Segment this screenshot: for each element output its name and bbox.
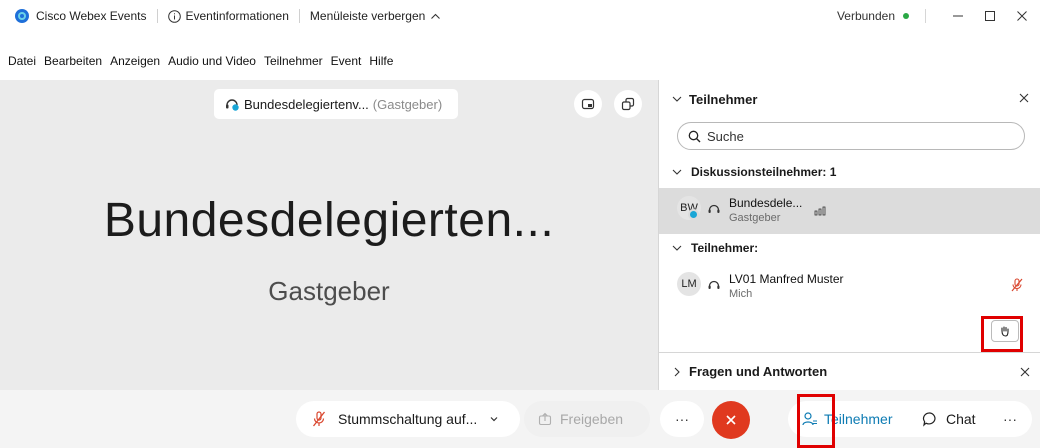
- panel-title: Teilnehmer: [689, 91, 758, 107]
- avatar: BW: [677, 196, 701, 220]
- webex-logo-icon: [14, 8, 30, 24]
- speaker-name-large: Bundesdelegierten...: [103, 194, 555, 247]
- more-icon: ···: [675, 411, 689, 427]
- close-panel-button[interactable]: [1018, 92, 1030, 104]
- participants-panel: Teilnehmer Suche Diskussionsteilnehmer: …: [658, 80, 1040, 390]
- muted-mic-icon: [1011, 278, 1023, 292]
- headset-icon: [707, 277, 721, 291]
- qa-title: Fragen und Antworten: [689, 364, 828, 379]
- avatar: LM: [677, 272, 701, 296]
- panelist-name: Bundesdele...: [729, 196, 803, 210]
- chat-label: Chat: [946, 411, 976, 427]
- hide-menu-label: Menüleiste verbergen: [309, 9, 426, 23]
- maximize-button[interactable]: [976, 2, 1004, 30]
- menu-bearbeiten[interactable]: Bearbeiten: [44, 54, 102, 68]
- mute-label: Stummschaltung auf...: [338, 411, 478, 427]
- host-audio-icon: [224, 96, 240, 112]
- highlight-participants: [797, 394, 835, 448]
- highlight-raise-hand: [981, 316, 1023, 352]
- chevron-right-icon: [671, 366, 683, 378]
- speaker-role-large: Gastgeber: [268, 276, 390, 306]
- attendees-label: Teilnehmer:: [691, 241, 759, 255]
- menu-anzeigen[interactable]: Anzeigen: [110, 54, 160, 68]
- minimize-button[interactable]: [944, 2, 972, 30]
- pip-icon: [581, 98, 595, 110]
- share-icon: [538, 412, 552, 426]
- avatar-initials: LM: [681, 278, 697, 290]
- muted-mic-icon: [312, 411, 326, 427]
- share-button[interactable]: Freigeben: [524, 401, 650, 437]
- title-bar: Cisco Webex Events Eventinformationen Me…: [0, 0, 1040, 32]
- connected-indicator-icon: [903, 13, 909, 19]
- qa-section-header[interactable]: Fragen und Antworten: [659, 352, 1040, 390]
- panelists-section-header[interactable]: Diskussionsteilnehmer: 1: [659, 160, 1040, 184]
- menu-hilfe[interactable]: Hilfe: [369, 54, 393, 68]
- menu-event[interactable]: Event: [331, 54, 362, 68]
- attendee-row[interactable]: LM LV01 Manfred Muster Mich: [659, 268, 1040, 314]
- participants-panel-header[interactable]: Teilnehmer: [659, 80, 1040, 118]
- mute-button[interactable]: Stummschaltung auf...: [296, 401, 520, 437]
- chevron-down-icon: [671, 93, 683, 105]
- chip-role: (Gastgeber): [372, 96, 443, 112]
- leave-event-button[interactable]: [712, 401, 750, 439]
- attendee-role: Mich: [729, 288, 753, 300]
- event-info-button[interactable]: Eventinformationen: [167, 9, 289, 23]
- close-icon: [726, 415, 736, 425]
- chip-name: Bundesdelegiertenv...: [244, 96, 369, 112]
- chat-button[interactable]: Chat: [912, 401, 988, 437]
- panelist-info: Bundesdele... Gastgeber: [729, 196, 802, 224]
- video-stage: Bundesdelegiertenv... (Gastgeber) Bundes…: [0, 80, 658, 390]
- more-options-button[interactable]: ···: [660, 401, 704, 437]
- audio-level-icon: [814, 206, 826, 216]
- headset-icon: [707, 201, 721, 215]
- close-window-button[interactable]: [1008, 2, 1036, 30]
- app-name: Cisco Webex Events: [36, 9, 147, 23]
- panelist-row[interactable]: BW Bundesdele... Gastgeber: [659, 188, 1040, 234]
- event-info-label: Eventinformationen: [185, 9, 289, 23]
- attendee-info: LV01 Manfred Muster Mich: [729, 272, 844, 300]
- chat-icon: [922, 411, 938, 427]
- chevron-down-icon: [671, 166, 683, 178]
- close-icon: [1017, 11, 1027, 21]
- hide-menu-button[interactable]: Menüleiste verbergen: [310, 9, 441, 23]
- speaker-name-chip: Bundesdelegiertenv... (Gastgeber): [214, 89, 458, 119]
- menu-audio-video[interactable]: Audio und Video: [168, 54, 256, 68]
- chevron-up-icon: [430, 11, 441, 22]
- popout-icon: [621, 97, 635, 111]
- attendees-section-header[interactable]: Teilnehmer:: [659, 236, 1040, 260]
- share-label: Freigeben: [560, 411, 624, 427]
- attendee-name: LV01 Manfred Muster: [729, 272, 844, 286]
- search-icon: [688, 130, 701, 143]
- info-icon: [167, 9, 181, 23]
- maximize-icon: [985, 11, 995, 21]
- minimize-icon: [953, 15, 963, 17]
- connection-status: Verbunden: [836, 9, 895, 23]
- more-icon: ···: [1003, 411, 1017, 427]
- picture-in-picture-button[interactable]: [574, 90, 602, 118]
- chevron-down-icon: [671, 242, 683, 254]
- close-icon: [1020, 367, 1030, 377]
- panelists-count: Diskussionsteilnehmer: 1: [691, 165, 837, 179]
- more-panels-button[interactable]: ···: [988, 401, 1032, 437]
- menu-bar: Datei Bearbeiten Anzeigen Audio und Vide…: [0, 50, 393, 72]
- window-divider: [925, 9, 926, 23]
- chevron-down-icon[interactable]: [489, 414, 499, 424]
- menu-datei[interactable]: Datei: [8, 54, 36, 68]
- close-qa-button[interactable]: [1019, 366, 1031, 378]
- panelist-role: Gastgeber: [729, 212, 781, 224]
- control-bar: Stummschaltung auf... Freigeben ··· Teil…: [0, 390, 1040, 448]
- close-icon: [1019, 93, 1029, 103]
- menu-teilnehmer[interactable]: Teilnehmer: [264, 54, 323, 68]
- webex-badge-icon: [688, 209, 699, 220]
- participant-search-input[interactable]: Suche: [677, 122, 1025, 150]
- title-divider: [298, 9, 300, 23]
- title-divider: [156, 9, 158, 23]
- popout-button[interactable]: [614, 90, 642, 118]
- search-placeholder: Suche: [707, 128, 744, 144]
